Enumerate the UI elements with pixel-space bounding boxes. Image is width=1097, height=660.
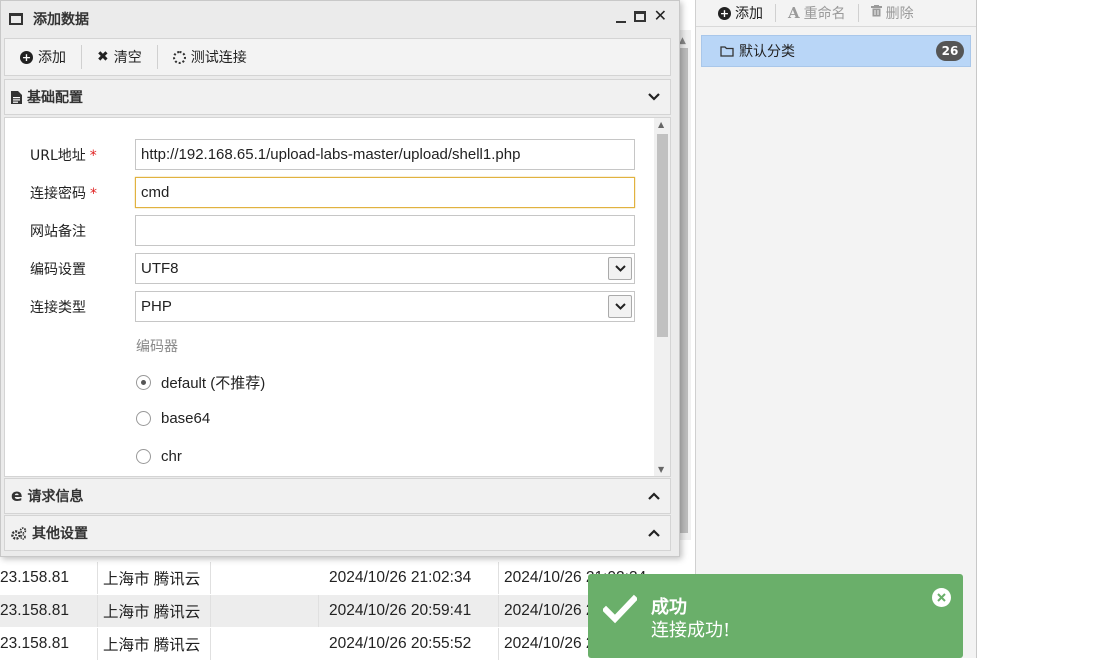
password-value: cmd bbox=[141, 184, 170, 201]
dialog-title: 添加数据 bbox=[33, 12, 89, 28]
gears-icon bbox=[11, 526, 27, 540]
ip-cell: 23.158.81 bbox=[0, 569, 69, 586]
encoder-option-label: default (不推荐) bbox=[161, 375, 266, 392]
close-icon[interactable] bbox=[932, 588, 951, 607]
table-row[interactable]: 23.158.81 上海市 腾讯云 2024/10/26 20:55:52 20… bbox=[0, 628, 676, 660]
location-cell: 上海市 腾讯云 bbox=[103, 604, 201, 621]
plus-circle-icon: + bbox=[718, 6, 731, 20]
ie-icon: e bbox=[11, 486, 23, 506]
window-icon bbox=[9, 13, 23, 25]
chevron-up-icon[interactable] bbox=[646, 488, 662, 504]
category-add-label: 添加 bbox=[735, 6, 763, 22]
request-info-title: 请求信息 bbox=[27, 489, 84, 505]
minimize-icon[interactable] bbox=[615, 9, 626, 23]
add-button[interactable]: + 添加 bbox=[5, 42, 81, 72]
encoder-option-label: chr bbox=[161, 448, 182, 465]
chevron-down-icon[interactable] bbox=[608, 257, 632, 280]
category-item-default[interactable]: 默认分类 26 bbox=[701, 35, 971, 67]
maximize-icon[interactable] bbox=[633, 10, 646, 22]
category-panel: + 添加 A 重命名 删除 默认分类 26 bbox=[695, 0, 977, 658]
category-add-button[interactable]: + 添加 bbox=[696, 0, 775, 27]
clear-button[interactable]: ✖ 清空 bbox=[82, 42, 157, 72]
category-rename-button[interactable]: A 重命名 bbox=[776, 0, 858, 27]
type-select[interactable]: PHP bbox=[135, 291, 635, 322]
scroll-up-icon[interactable]: ▲ bbox=[658, 120, 664, 129]
close-icon[interactable]: ✕ bbox=[654, 8, 667, 24]
type-label: 连接类型 bbox=[30, 300, 86, 316]
category-delete-button[interactable]: 删除 bbox=[859, 0, 926, 27]
chevron-up-icon[interactable] bbox=[646, 525, 662, 541]
times-icon: ✖ bbox=[97, 49, 109, 65]
location-cell: 上海市 腾讯云 bbox=[103, 571, 201, 588]
scroll-down-icon[interactable]: ▼ bbox=[658, 465, 664, 474]
radio-button[interactable] bbox=[136, 449, 151, 464]
encoding-value: UTF8 bbox=[141, 260, 179, 277]
password-label: 连接密码 * bbox=[30, 186, 97, 202]
success-toast: 成功 连接成功! bbox=[588, 574, 963, 658]
scrollbar-thumb[interactable] bbox=[657, 134, 668, 337]
encoding-select[interactable]: UTF8 bbox=[135, 253, 635, 284]
table-row[interactable]: 23.158.81 上海市 腾讯云 2024/10/26 21:02:34 20… bbox=[0, 562, 676, 594]
radio-button[interactable] bbox=[136, 375, 151, 390]
category-name: 默认分类 bbox=[739, 44, 795, 60]
note-input[interactable] bbox=[135, 215, 635, 246]
created-time-cell: 2024/10/26 21:02:34 bbox=[329, 569, 472, 586]
other-settings-title: 其他设置 bbox=[32, 526, 88, 542]
encoder-title: 编码器 bbox=[136, 339, 178, 355]
dialog-toolbar: + 添加 ✖ 清空 测试连接 bbox=[4, 38, 671, 76]
category-delete-label: 删除 bbox=[885, 6, 914, 22]
encoder-option-default[interactable]: default (不推荐) bbox=[136, 372, 265, 393]
plus-circle-icon: + bbox=[20, 50, 33, 64]
url-label: URL地址 * bbox=[30, 148, 97, 164]
add-button-label: 添加 bbox=[38, 50, 66, 66]
font-icon: A bbox=[788, 4, 800, 22]
encoding-label: 编码设置 bbox=[30, 262, 86, 278]
ip-cell: 23.158.81 bbox=[0, 602, 69, 619]
dialog-titlebar[interactable]: 添加数据 bbox=[1, 1, 679, 37]
encoder-option-label: base64 bbox=[161, 410, 211, 427]
category-toolbar: + 添加 A 重命名 删除 bbox=[696, 0, 976, 27]
test-connection-button[interactable]: 测试连接 bbox=[158, 42, 262, 72]
add-data-dialog: 添加数据 ✕ + 添加 ✖ 清空 测试连接 基础配置 URL地址 * http:… bbox=[0, 0, 680, 557]
basic-config-header[interactable]: 基础配置 bbox=[4, 79, 671, 115]
type-value: PHP bbox=[141, 298, 172, 315]
trash-icon bbox=[870, 5, 882, 21]
encoder-option-base64[interactable]: base64 bbox=[136, 410, 210, 427]
encoder-option-chr[interactable]: chr bbox=[136, 448, 182, 465]
radio-button[interactable] bbox=[136, 411, 151, 426]
category-count-badge: 26 bbox=[936, 41, 964, 61]
page-margin bbox=[977, 0, 1097, 658]
chevron-down-icon[interactable] bbox=[646, 89, 662, 105]
other-settings-header[interactable]: 其他设置 bbox=[4, 515, 671, 551]
file-text-icon bbox=[11, 90, 22, 104]
location-cell: 上海市 腾讯云 bbox=[103, 637, 201, 654]
request-info-header[interactable]: e 请求信息 bbox=[4, 478, 671, 514]
window-controls: ✕ bbox=[615, 8, 667, 24]
note-label: 网站备注 bbox=[30, 224, 86, 240]
url-input[interactable]: http://192.168.65.1/upload-labs-master/u… bbox=[135, 139, 635, 170]
chevron-down-icon[interactable] bbox=[608, 295, 632, 318]
table-row[interactable]: 23.158.81 上海市 腾讯云 2024/10/26 20:59:41 20… bbox=[0, 595, 676, 627]
created-time-cell: 2024/10/26 20:55:52 bbox=[329, 635, 472, 652]
folder-icon bbox=[720, 45, 734, 57]
clear-button-label: 清空 bbox=[113, 50, 142, 66]
created-time-cell: 2024/10/26 20:59:41 bbox=[329, 602, 472, 619]
scrollbar-thumb[interactable] bbox=[679, 48, 688, 533]
basic-config-title: 基础配置 bbox=[27, 90, 83, 106]
basic-config-form: URL地址 * http://192.168.65.1/upload-labs-m… bbox=[4, 117, 671, 477]
check-icon bbox=[601, 594, 639, 628]
ip-cell: 23.158.81 bbox=[0, 635, 69, 652]
category-rename-label: 重命名 bbox=[803, 6, 846, 22]
url-value: http://192.168.65.1/upload-labs-master/u… bbox=[141, 146, 521, 163]
test-connection-label: 测试连接 bbox=[190, 50, 247, 66]
form-scrollbar[interactable]: ▲ ▼ bbox=[654, 118, 670, 476]
spinner-icon bbox=[172, 50, 186, 64]
scroll-up-icon[interactable]: ▲ bbox=[679, 36, 686, 46]
password-input[interactable]: cmd bbox=[135, 177, 635, 208]
toast-message: 连接成功! bbox=[651, 620, 731, 641]
